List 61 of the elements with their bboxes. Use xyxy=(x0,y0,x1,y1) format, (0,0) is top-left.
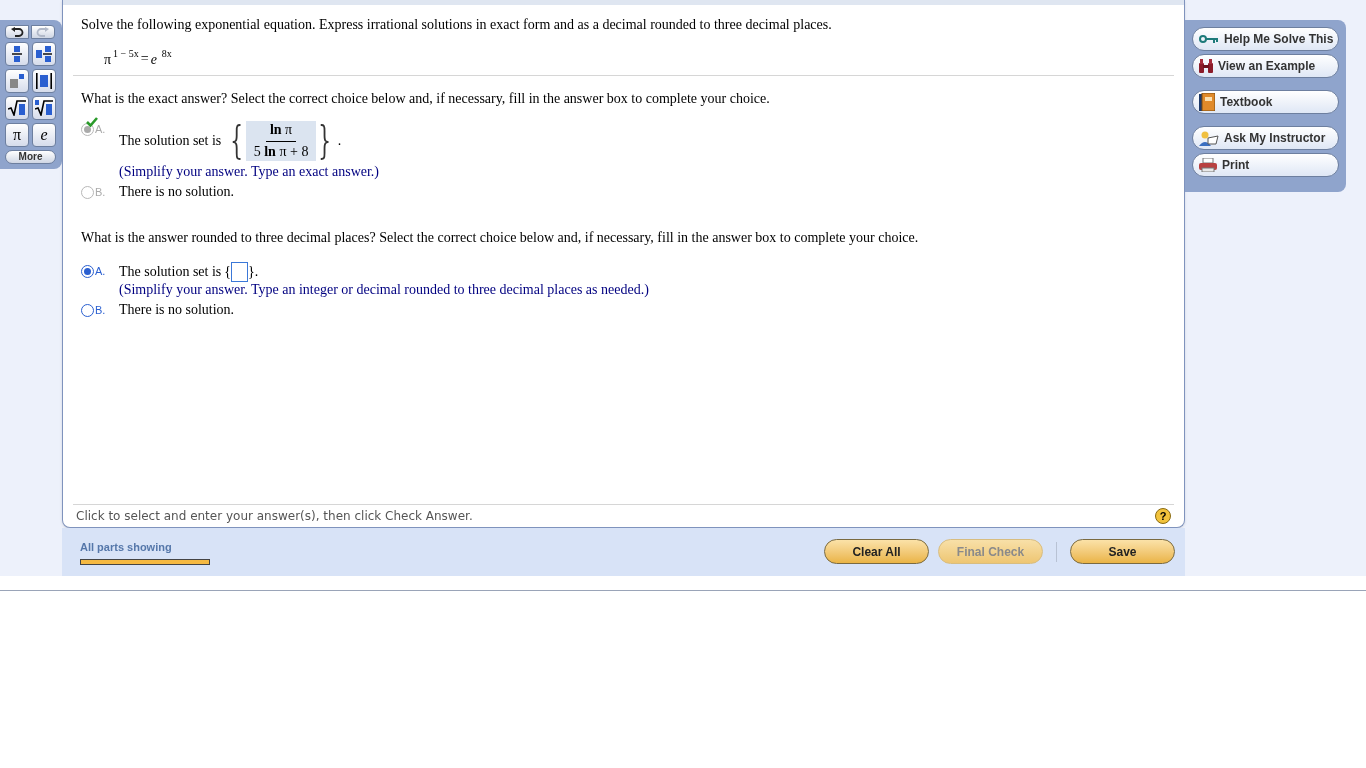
help-button[interactable]: ? xyxy=(1155,508,1171,524)
binoculars-icon xyxy=(1199,59,1213,73)
equals-sign: = xyxy=(140,52,149,66)
mixed-number-icon xyxy=(36,46,52,62)
brace: { xyxy=(230,119,244,159)
choice-letter: B. xyxy=(95,185,106,200)
tool-button[interactable]: Ask My Instructor xyxy=(1192,126,1339,150)
period: . xyxy=(254,263,259,281)
question-prompt: What is the exact answer? Select the correct choice below and, if necessary, fill in the answer box to complete your choice. xyxy=(81,90,771,108)
radio-button[interactable] xyxy=(81,264,94,278)
answer-hint: (Simplify your answer. Type an exact answer.) xyxy=(119,163,380,181)
choice-text: The solution set is xyxy=(119,132,222,150)
nth-root-icon xyxy=(35,100,53,116)
equation-base: e xyxy=(150,53,157,67)
equation-exponent: 8x xyxy=(161,47,172,61)
period: . xyxy=(337,132,342,150)
absolute-value-icon xyxy=(36,73,52,89)
more-button[interactable]: More xyxy=(5,150,56,164)
choice-letter: B. xyxy=(95,303,106,318)
printer-icon xyxy=(1199,158,1217,172)
equation-exponent: 1 − 5x xyxy=(113,47,139,61)
tool-button[interactable]: Help Me Solve This xyxy=(1192,27,1339,51)
book-icon xyxy=(1199,93,1215,111)
choice-text: The solution set is xyxy=(119,263,222,281)
answer-box[interactable] xyxy=(231,262,248,282)
choice-text: There is no solution. xyxy=(119,301,235,319)
tool-button[interactable]: View an Example xyxy=(1192,54,1339,78)
fraction-button[interactable] xyxy=(5,42,29,66)
progress-label: All parts showing xyxy=(80,540,173,555)
equation-base: π xyxy=(104,53,112,67)
instruction-text: Solve the following exponential equation. Express irrational solutions in exact form and as a decimal rounded to three decimal places. xyxy=(81,16,833,34)
person-icon xyxy=(1199,130,1219,146)
symbol-button[interactable]: π xyxy=(5,123,29,147)
action-button[interactable]: Save xyxy=(1070,539,1175,564)
question-prompt: What is the answer rounded to three decimal places? Select the correct choice below and, if necessary, fill in the answer box to complete your choice. xyxy=(81,229,920,247)
square-root-icon xyxy=(8,100,26,116)
undo-button[interactable] xyxy=(5,25,29,39)
undo-icon xyxy=(10,27,24,37)
key-icon xyxy=(1199,34,1219,44)
sqrt-button[interactable] xyxy=(5,96,29,120)
choice-letter: A. xyxy=(95,122,106,137)
mixed-button[interactable] xyxy=(32,42,56,66)
tool-button[interactable]: Print xyxy=(1192,153,1339,177)
brace: { xyxy=(224,263,231,281)
redo-icon xyxy=(36,27,50,37)
brace: } xyxy=(318,119,332,159)
symbol-button[interactable]: e xyxy=(32,123,56,147)
abs-button[interactable] xyxy=(32,69,56,93)
brace: } xyxy=(248,263,255,281)
choice-letter: A. xyxy=(95,264,106,279)
choice-text: There is no solution. xyxy=(119,183,235,201)
action-button[interactable]: Clear All xyxy=(824,539,929,564)
exponent-button[interactable] xyxy=(5,69,29,93)
fraction-icon xyxy=(12,46,22,62)
answer-fraction: ln π 5 ln π + 8 xyxy=(245,121,317,161)
radio-button[interactable] xyxy=(81,303,94,317)
status-message: Click to select and enter your answer(s), then click Check Answer. xyxy=(76,508,473,525)
nthroot-button[interactable] xyxy=(32,96,56,120)
exponent-icon xyxy=(10,74,24,88)
tool-button[interactable]: Textbook xyxy=(1192,90,1339,114)
answer-hint: (Simplify your answer. Type an integer or decimal rounded to three decimal places as needed.) xyxy=(119,281,649,299)
